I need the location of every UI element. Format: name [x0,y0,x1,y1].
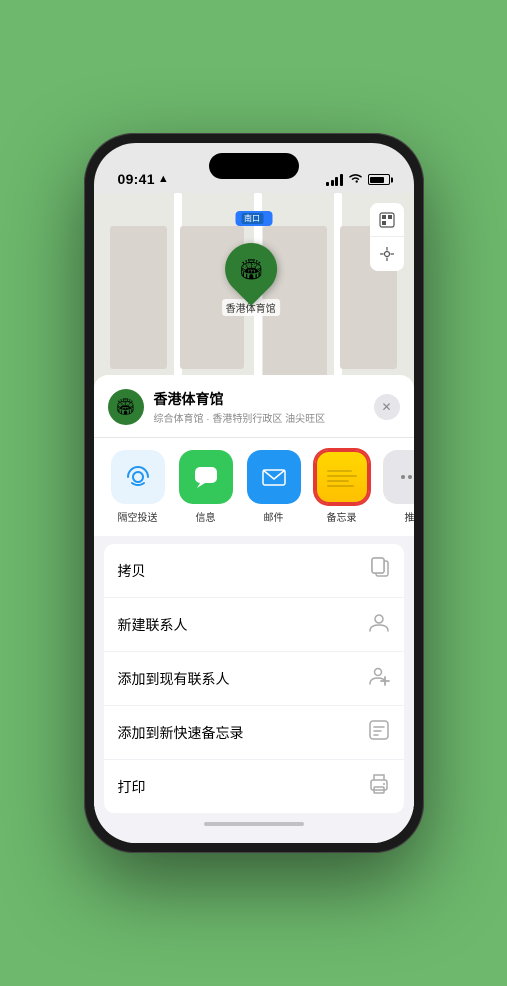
close-button[interactable]: ✕ [374,394,400,420]
notes-label: 备忘录 [327,509,357,524]
location-button[interactable] [370,237,404,271]
action-print[interactable]: 打印 [104,760,404,813]
share-airdrop[interactable]: 隔空投送 [108,450,168,524]
home-indicator [94,813,414,835]
map-layer-button[interactable] [370,203,404,237]
action-new-contact[interactable]: 新建联系人 [104,598,404,652]
action-quick-note[interactable]: 添加到新快速备忘录 [104,706,404,760]
more-label: 推 [405,509,414,524]
status-time: 09:41 [118,171,155,187]
share-row: 隔空投送 信息 [94,438,414,544]
phone-screen: 09:41 ▲ [94,143,414,843]
venue-name: 香港体育馆 [154,389,364,409]
venue-header: 🏟 香港体育馆 综合体育馆 · 香港特别行政区 油尖旺区 ✕ [94,375,414,438]
airdrop-icon [111,450,165,504]
pin-icon: 🏟 [238,257,263,282]
share-messages[interactable]: 信息 [176,450,236,524]
location-pin: 🏟 香港体育馆 [222,243,280,316]
wifi-icon [348,172,363,187]
airdrop-label: 隔空投送 [118,509,158,524]
copy-icon [370,557,390,584]
messages-icon [179,450,233,504]
map-label: 南口 [235,211,272,226]
phone-frame: 09:41 ▲ [84,133,424,853]
share-notes[interactable]: 备忘录 [312,450,372,524]
mail-label: 邮件 [264,509,284,524]
map-controls [370,203,404,271]
venue-icon: 🏟 [108,389,144,425]
venue-info: 香港体育馆 综合体育馆 · 香港特别行政区 油尖旺区 [154,389,364,425]
action-new-contact-label: 新建联系人 [118,615,188,635]
action-quick-note-label: 添加到新快速备忘录 [118,723,244,743]
notes-icon [315,450,369,504]
action-copy-label: 拷贝 [118,561,146,581]
battery-icon [368,174,390,185]
new-contact-icon [368,611,390,638]
dynamic-island [209,153,299,179]
add-existing-icon [368,665,390,692]
action-add-existing[interactable]: 添加到现有联系人 [104,652,404,706]
quick-note-icon [368,719,390,746]
more-icon [383,450,414,504]
bottom-sheet: 🏟 香港体育馆 综合体育馆 · 香港特别行政区 油尖旺区 ✕ [94,375,414,843]
venue-subtitle: 综合体育馆 · 香港特别行政区 油尖旺区 [154,410,364,425]
location-arrow-icon: ▲ [158,173,169,185]
messages-label: 信息 [196,509,216,524]
action-copy[interactable]: 拷贝 [104,544,404,598]
action-list: 拷贝 新建联系人 [104,544,404,813]
signal-bars [326,174,343,186]
share-mail[interactable]: 邮件 [244,450,304,524]
share-more[interactable]: 推 [380,450,414,524]
action-print-label: 打印 [118,777,146,797]
mail-icon [247,450,301,504]
print-icon [368,773,390,800]
action-add-existing-label: 添加到现有联系人 [118,669,230,689]
status-icons [326,172,390,187]
